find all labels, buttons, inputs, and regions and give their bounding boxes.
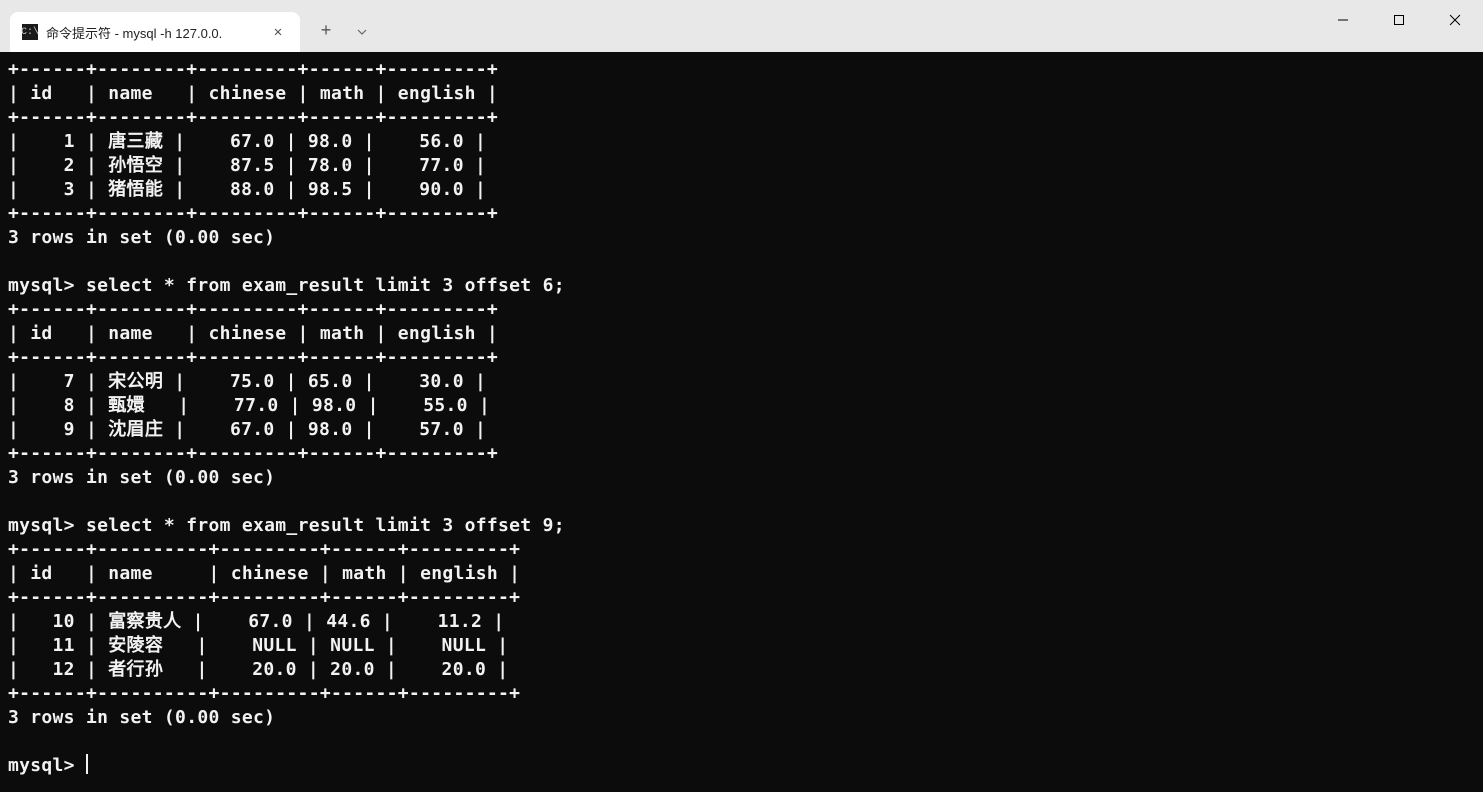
query-text: select * from exam_result limit 3 offset… — [86, 515, 565, 536]
tab-title: 命令提示符 - mysql -h 127.0.0. — [46, 23, 262, 42]
cursor — [86, 754, 88, 774]
table-row: | 9 | 沈眉庄 | 67.0 | 98.0 | 57.0 | — [8, 419, 486, 440]
prompt: mysql> — [8, 755, 86, 776]
table-border: +------+--------+---------+------+------… — [8, 203, 498, 224]
cmd-icon: C:\ — [22, 24, 38, 40]
table-border: +------+--------+---------+------+------… — [8, 443, 498, 464]
status-text: 3 rows in set (0.00 sec) — [8, 227, 275, 248]
tab-active[interactable]: C:\ 命令提示符 - mysql -h 127.0.0. ✕ — [10, 12, 300, 52]
table-border: +------+--------+---------+------+------… — [8, 59, 498, 80]
table-border: +------+----------+---------+------+----… — [8, 539, 520, 560]
table-border: +------+--------+---------+------+------… — [8, 107, 498, 128]
tab-dropdown-button[interactable] — [344, 14, 380, 50]
query-text: select * from exam_result limit 3 offset… — [86, 275, 565, 296]
table-border: +------+--------+---------+------+------… — [8, 347, 498, 368]
terminal-output[interactable]: +------+--------+---------+------+------… — [0, 52, 1483, 784]
close-button[interactable] — [1427, 0, 1483, 40]
table-row: | 3 | 猪悟能 | 88.0 | 98.5 | 90.0 | — [8, 179, 486, 200]
table-header: | id | name | chinese | math | english | — [8, 323, 498, 344]
table-border: +------+--------+---------+------+------… — [8, 299, 498, 320]
table-row: | 11 | 安陵容 | NULL | NULL | NULL | — [8, 635, 508, 656]
table-header: | id | name | chinese | math | english | — [8, 563, 520, 584]
status-text: 3 rows in set (0.00 sec) — [8, 467, 275, 488]
tab-close-button[interactable]: ✕ — [268, 22, 288, 42]
table-row: | 7 | 宋公明 | 75.0 | 65.0 | 30.0 | — [8, 371, 486, 392]
table-border: +------+----------+---------+------+----… — [8, 587, 520, 608]
titlebar: C:\ 命令提示符 - mysql -h 127.0.0. ✕ + — [0, 0, 1483, 52]
table-row: | 8 | 甄嬛 | 77.0 | 98.0 | 55.0 | — [8, 395, 490, 416]
prompt: mysql> — [8, 515, 86, 536]
table-row: | 10 | 富察贵人 | 67.0 | 44.6 | 11.2 | — [8, 611, 504, 632]
table-header: | id | name | chinese | math | english | — [8, 83, 498, 104]
table-row: | 1 | 唐三藏 | 67.0 | 98.0 | 56.0 | — [8, 131, 486, 152]
maximize-button[interactable] — [1371, 0, 1427, 40]
table-border: +------+----------+---------+------+----… — [8, 683, 520, 704]
table-row: | 2 | 孙悟空 | 87.5 | 78.0 | 77.0 | — [8, 155, 486, 176]
table-row: | 12 | 者行孙 | 20.0 | 20.0 | 20.0 | — [8, 659, 508, 680]
minimize-button[interactable] — [1315, 0, 1371, 40]
prompt: mysql> — [8, 275, 86, 296]
window-controls — [1315, 0, 1483, 40]
status-text: 3 rows in set (0.00 sec) — [8, 707, 275, 728]
new-tab-button[interactable]: + — [308, 14, 344, 50]
